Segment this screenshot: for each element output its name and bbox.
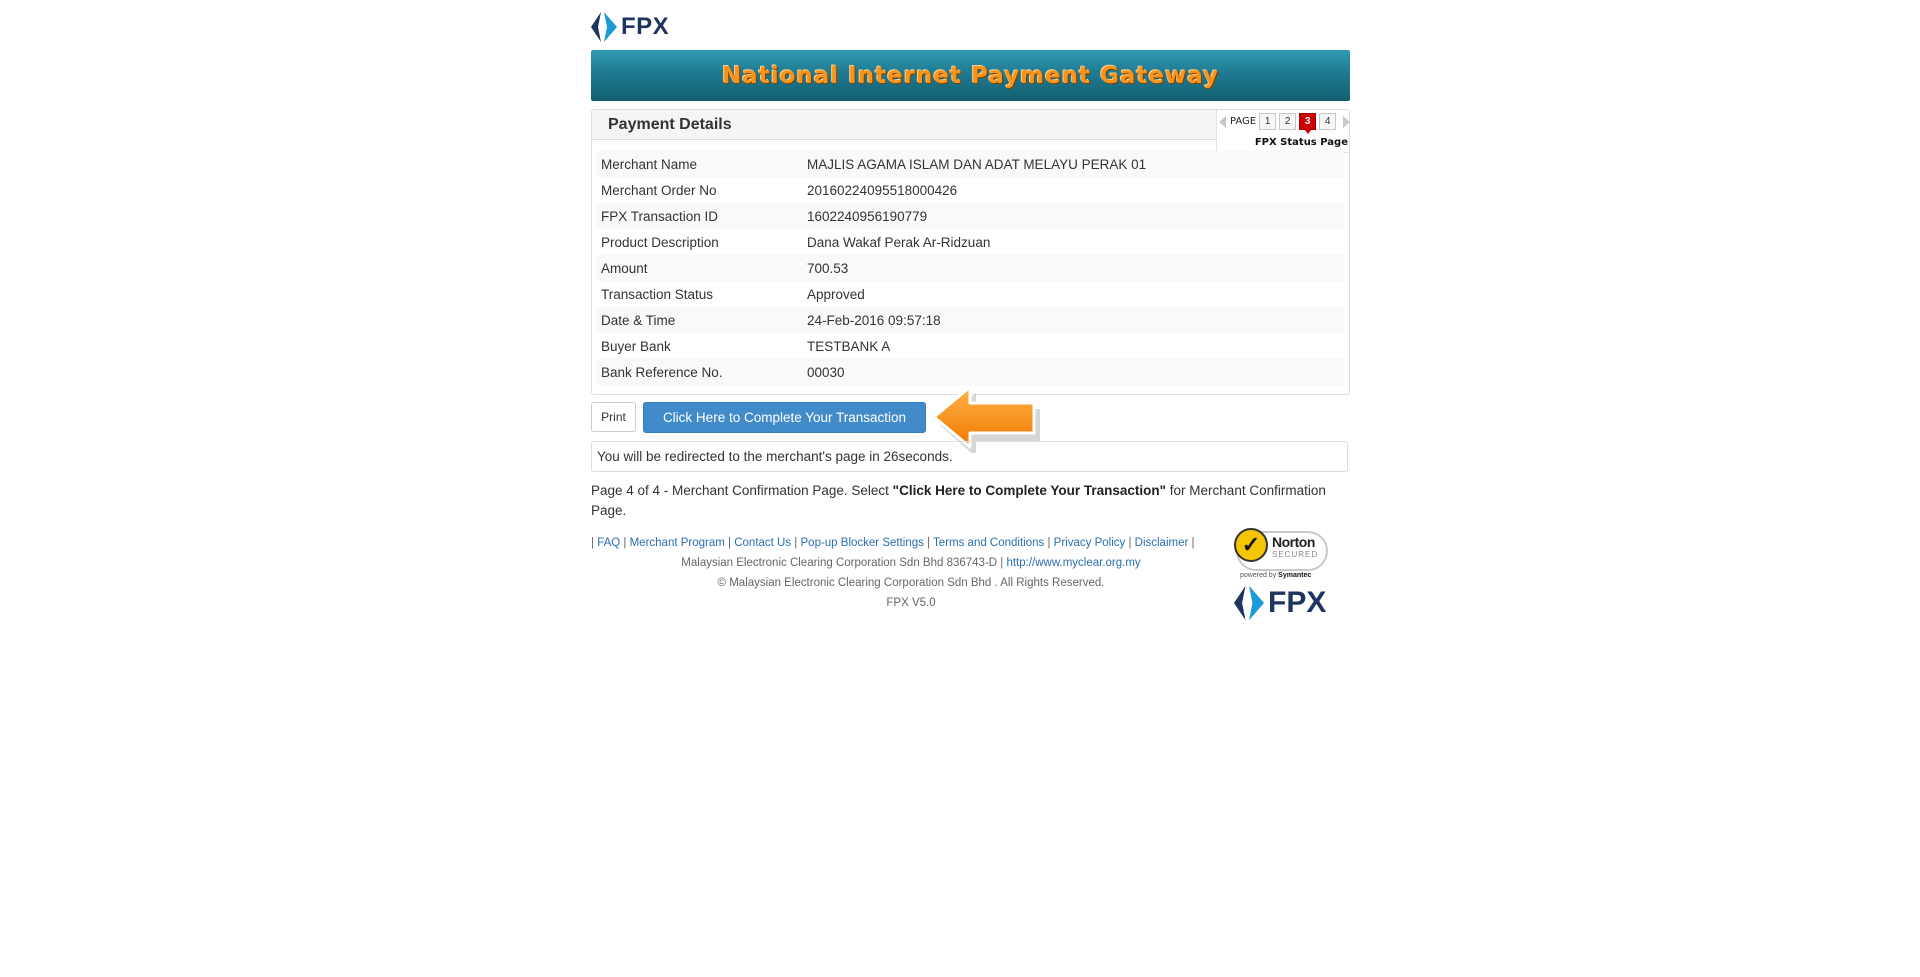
fpx-diamond-icon bbox=[591, 12, 617, 42]
details-table: Merchant Name MAJLIS AGAMA ISLAM DAN ADA… bbox=[596, 151, 1344, 385]
payment-details-panel: Payment Details PAGE 1 2 3 4 FPX Status … bbox=[591, 109, 1351, 395]
complete-transaction-button[interactable]: Click Here to Complete Your Transaction bbox=[643, 402, 926, 433]
footer-logo-text: FPX bbox=[1268, 586, 1327, 619]
detail-row-amount: Amount 700.53 bbox=[596, 255, 1344, 281]
norton-name: Norton bbox=[1272, 534, 1315, 550]
redirect-prefix: You will be redirected to the merchant's… bbox=[597, 449, 880, 464]
detail-row-product-description: Product Description Dana Wakaf Perak Ar-… bbox=[596, 229, 1344, 255]
fpx-diamond-icon bbox=[1234, 585, 1264, 621]
detail-value: Dana Wakaf Perak Ar-Ridzuan bbox=[807, 234, 991, 250]
pager-page-3-current: 3 bbox=[1299, 113, 1317, 134]
instruction-note: Page 4 of 4 - Merchant Confirmation Page… bbox=[591, 481, 1350, 521]
pager-page-4: 4 bbox=[1319, 113, 1337, 130]
footer-link-merchant-program[interactable]: Merchant Program bbox=[630, 537, 725, 549]
gateway-banner: National Internet Payment Gateway bbox=[591, 50, 1350, 101]
detail-value: 1602240956190779 bbox=[807, 208, 928, 224]
detail-label: Product Description bbox=[601, 234, 719, 250]
pager-next-icon bbox=[1343, 115, 1351, 128]
footer-company-link[interactable]: http://www.myclear.org.my bbox=[1006, 557, 1140, 569]
detail-label: Transaction Status bbox=[601, 286, 714, 302]
detail-label: Merchant Name bbox=[601, 156, 698, 172]
footer-version: FPX V5.0 bbox=[886, 597, 936, 609]
detail-label: Buyer Bank bbox=[601, 338, 671, 354]
detail-label: Bank Reference No. bbox=[601, 364, 723, 380]
footer-company: Malaysian Electronic Clearing Corporatio… bbox=[591, 553, 1231, 573]
banner-title: National Internet Payment Gateway bbox=[721, 62, 1220, 89]
detail-label: Amount bbox=[601, 260, 648, 276]
redirect-seconds: 26 bbox=[883, 449, 899, 464]
footer-company-text: Malaysian Electronic Clearing Corporatio… bbox=[681, 557, 1007, 569]
panel-header: Payment Details PAGE 1 2 3 4 FPX Status … bbox=[592, 110, 1351, 153]
norton-check-icon: ✓ bbox=[1234, 528, 1268, 562]
detail-value: 00030 bbox=[807, 364, 845, 380]
note-bold: "Click Here to Complete Your Transaction… bbox=[892, 483, 1167, 498]
logo-text: FPX bbox=[621, 13, 670, 40]
fpx-logo: FPX bbox=[591, 12, 669, 42]
detail-value: Approved bbox=[807, 286, 865, 302]
detail-row-bank-reference: Bank Reference No. 00030 bbox=[596, 359, 1344, 385]
footer: | FAQ | Merchant Program | Contact Us | … bbox=[591, 533, 1231, 613]
detail-value: TESTBANK A bbox=[807, 338, 891, 354]
panel-title: Payment Details bbox=[608, 116, 732, 133]
footer-link-contact-us[interactable]: Contact Us bbox=[734, 537, 791, 549]
footer-link-faq[interactable]: FAQ bbox=[597, 537, 620, 549]
detail-row-transaction-status: Transaction Status Approved bbox=[596, 281, 1344, 307]
detail-row-date-time: Date & Time 24-Feb-2016 09:57:18 bbox=[596, 307, 1344, 333]
footer-link-disclaimer[interactable]: Disclaimer bbox=[1135, 537, 1189, 549]
detail-label: Date & Time bbox=[601, 312, 676, 328]
redirect-notice: You will be redirected to the merchant's… bbox=[591, 441, 1348, 472]
detail-row-merchant-order-no: Merchant Order No 20160224095518000426 bbox=[596, 177, 1344, 203]
detail-value: MAJLIS AGAMA ISLAM DAN ADAT MELAYU PERAK… bbox=[807, 156, 1147, 172]
print-button[interactable]: Print bbox=[591, 402, 636, 432]
pager-prev-icon bbox=[1219, 115, 1226, 128]
footer-link-terms[interactable]: Terms and Conditions bbox=[933, 537, 1044, 549]
redirect-suffix: seconds. bbox=[898, 449, 953, 464]
pager-label: PAGE bbox=[1230, 116, 1257, 127]
detail-label: FPX Transaction ID bbox=[601, 208, 719, 224]
detail-row-transaction-id: FPX Transaction ID 1602240956190779 bbox=[596, 203, 1344, 229]
detail-label: Merchant Order No bbox=[601, 182, 717, 198]
footer-link-privacy[interactable]: Privacy Policy bbox=[1054, 537, 1126, 549]
note-text-1: Page 4 of 4 - Merchant Confirmation Page… bbox=[591, 483, 893, 498]
detail-value: 24-Feb-2016 09:57:18 bbox=[807, 312, 941, 328]
page-indicator: PAGE 1 2 3 4 FPX Status Page bbox=[1216, 110, 1351, 153]
norton-powered-by: powered by Symantec bbox=[1240, 572, 1312, 579]
detail-value: 20160224095518000426 bbox=[807, 182, 958, 198]
footer-links: | FAQ | Merchant Program | Contact Us | … bbox=[591, 537, 1195, 549]
detail-row-buyer-bank: Buyer Bank TESTBANK A bbox=[596, 333, 1344, 359]
detail-row-merchant-name: Merchant Name MAJLIS AGAMA ISLAM DAN ADA… bbox=[596, 151, 1344, 177]
pager-page-1: 1 bbox=[1259, 113, 1277, 130]
pager-page-2: 2 bbox=[1279, 113, 1297, 130]
norton-secured-text: SECURED bbox=[1272, 550, 1319, 559]
pager-caption: FPX Status Page bbox=[1254, 137, 1348, 148]
footer-copyright: © Malaysian Electronic Clearing Corporat… bbox=[717, 577, 1105, 589]
fpx-footer-logo: FPX bbox=[1234, 585, 1326, 621]
footer-link-popup-blocker[interactable]: Pop-up Blocker Settings bbox=[801, 537, 924, 549]
detail-value: 700.53 bbox=[807, 260, 849, 276]
